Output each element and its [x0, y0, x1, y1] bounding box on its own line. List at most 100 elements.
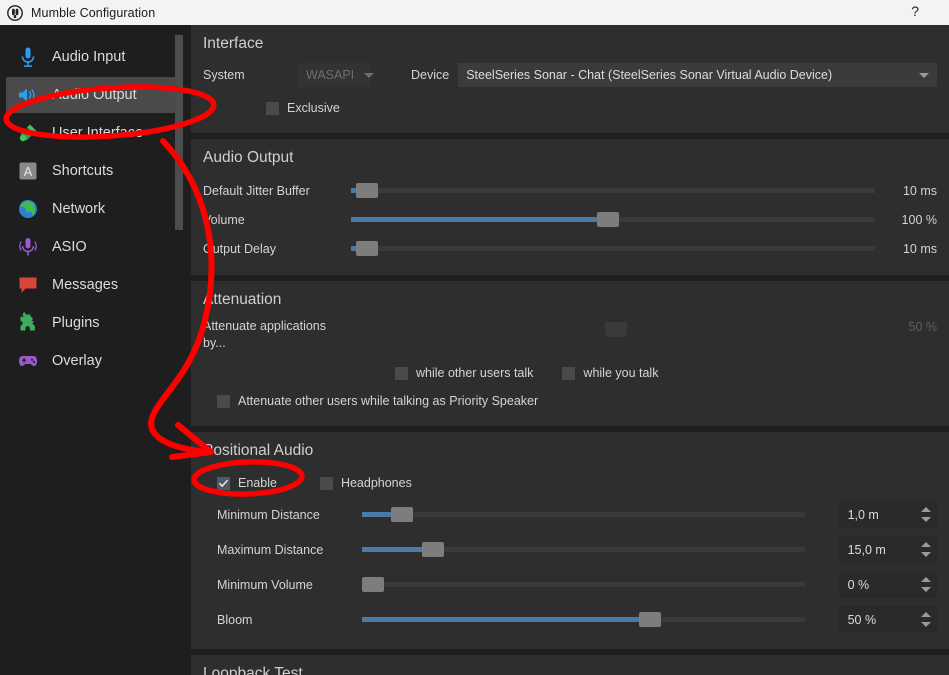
- system-label: System: [203, 68, 245, 82]
- bloom-label: Bloom: [217, 612, 253, 627]
- checkbox-box: [319, 476, 333, 490]
- sidebar-item-user-interface[interactable]: User Interface: [6, 115, 177, 151]
- slider-fill: [351, 217, 603, 222]
- sidebar-item-shortcuts[interactable]: A Shortcuts: [6, 153, 177, 189]
- sidebar-item-audio-output[interactable]: Audio Output: [6, 77, 177, 113]
- sidebar-item-network[interactable]: Network: [6, 191, 177, 227]
- sidebar-item-label: Network: [52, 201, 106, 217]
- spinner-down-icon[interactable]: [921, 587, 931, 592]
- device-label: Device: [411, 68, 450, 82]
- system-dropdown-value: WASAPI: [306, 68, 355, 82]
- audio-output-section-title: Audio Output: [203, 149, 294, 166]
- mumble-logo-icon: [7, 4, 23, 21]
- spinner-up-icon[interactable]: [921, 577, 931, 582]
- slider-knob[interactable]: [355, 241, 378, 256]
- spinner-arrows[interactable]: [921, 536, 931, 563]
- slider-knob[interactable]: [596, 212, 619, 227]
- spinner-up-icon[interactable]: [921, 542, 931, 547]
- slider-fill: [362, 547, 429, 552]
- spinner-up-icon[interactable]: [921, 507, 931, 512]
- positional-audio-section: Positional Audio Enable Headphones Minim…: [191, 432, 949, 649]
- sidebar-item-label: Overlay: [52, 353, 102, 369]
- spinner-down-icon[interactable]: [921, 517, 931, 522]
- gamepad-icon: [19, 356, 37, 366]
- globe-icon: [19, 200, 37, 218]
- jitter-buffer-label: Default Jitter Buffer: [203, 183, 310, 198]
- slider-track: [351, 246, 875, 251]
- bloom-spinbox[interactable]: 50 %: [838, 606, 937, 633]
- sidebar-item-asio[interactable]: ASIO: [6, 229, 177, 265]
- sidebar-item-label: Audio Output: [52, 87, 137, 103]
- spinner-down-icon[interactable]: [921, 552, 931, 557]
- maximum-distance-slider[interactable]: [362, 541, 805, 559]
- volume-value: 100 %: [901, 212, 937, 227]
- settings-content-panel: Interface System WASAPI Device SteelSeri…: [191, 25, 949, 675]
- device-dropdown-value: SteelSeries Sonar - Chat (SteelSeries So…: [466, 68, 833, 82]
- spinner-arrows[interactable]: [921, 606, 931, 633]
- sidebar-item-messages[interactable]: Messages: [6, 267, 177, 303]
- spinner-arrows[interactable]: [921, 501, 931, 528]
- speech-bubble-icon: [19, 277, 37, 293]
- chevron-down-icon: [909, 72, 929, 78]
- minimum-distance-slider[interactable]: [362, 506, 805, 524]
- priority-speaker-checkbox[interactable]: Attenuate other users while talking as P…: [217, 394, 538, 408]
- volume-slider[interactable]: [351, 211, 875, 229]
- attenuate-applications-slider[interactable]: [386, 320, 875, 338]
- output-delay-slider[interactable]: [351, 240, 875, 258]
- jitter-buffer-row: Default Jitter Buffer 10 ms: [203, 176, 937, 205]
- sidebar-item-label: User Interface: [52, 125, 144, 141]
- exclusive-checkbox[interactable]: Exclusive: [266, 101, 340, 115]
- minimum-distance-spinbox[interactable]: 1,0 m: [838, 501, 937, 528]
- checkmark-icon: [219, 479, 228, 487]
- loopback-test-section: Loopback Test: [191, 655, 949, 675]
- volume-label: Volume: [203, 212, 245, 227]
- sidebar-item-label: Shortcuts: [52, 163, 114, 179]
- jitter-buffer-slider[interactable]: [351, 182, 875, 200]
- headphones-checkbox[interactable]: Headphones: [319, 476, 412, 490]
- loopback-test-section-title: Loopback Test: [203, 665, 303, 675]
- sidebar-item-overlay[interactable]: Overlay: [6, 343, 177, 379]
- minimum-distance-row: Minimum Distance 1,0 m: [203, 497, 937, 532]
- volume-row: Volume 100 %: [203, 205, 937, 234]
- output-delay-row: Output Delay 10 ms: [203, 234, 937, 263]
- spinner-up-icon[interactable]: [921, 612, 931, 617]
- minimum-volume-slider[interactable]: [362, 576, 805, 594]
- chevron-down-icon: [354, 72, 375, 78]
- bloom-slider[interactable]: [362, 611, 805, 629]
- help-button[interactable]: ?: [911, 3, 919, 19]
- maximum-distance-spinbox[interactable]: 15,0 m: [838, 536, 937, 563]
- priority-speaker-label: Attenuate other users while talking as P…: [238, 394, 539, 408]
- attenuation-section-title: Attenuation: [203, 291, 282, 308]
- mumble-configuration-window: Mumble Configuration ? Audio Input Audio…: [0, 0, 949, 675]
- sidebar-item-audio-input[interactable]: Audio Input: [6, 39, 177, 75]
- minimum-volume-label: Minimum Volume: [217, 577, 313, 592]
- positional-enable-label: Enable: [238, 476, 277, 490]
- device-dropdown[interactable]: SteelSeries Sonar - Chat (SteelSeries So…: [458, 63, 937, 87]
- spinner-down-icon[interactable]: [921, 622, 931, 627]
- slider-knob[interactable]: [604, 321, 627, 337]
- sidebar-item-plugins[interactable]: Plugins: [6, 305, 177, 341]
- slider-knob[interactable]: [362, 577, 385, 592]
- slider-knob[interactable]: [422, 542, 445, 557]
- attenuate-applications-row: Attenuate applications by... 50 %: [203, 318, 937, 358]
- slider-track: [386, 326, 875, 332]
- maximum-distance-value: 15,0 m: [847, 542, 886, 557]
- slider-knob[interactable]: [391, 507, 414, 522]
- while-other-users-talk-label: while other users talk: [416, 366, 534, 380]
- spinner-arrows[interactable]: [921, 571, 931, 598]
- speaker-icon: [19, 88, 35, 102]
- maximum-distance-row: Maximum Distance 15,0 m: [203, 532, 937, 567]
- slider-knob[interactable]: [638, 612, 661, 627]
- maximum-distance-label: Maximum Distance: [217, 542, 324, 557]
- slider-knob[interactable]: [355, 183, 378, 198]
- checkbox-box: [217, 476, 230, 490]
- window-body: Audio Input Audio Output User Interface: [0, 25, 949, 675]
- interface-section: Interface System WASAPI Device SteelSeri…: [191, 25, 949, 133]
- while-you-talk-checkbox[interactable]: while you talk: [562, 366, 658, 380]
- sidebar-scrollbar-thumb[interactable]: [175, 35, 183, 230]
- system-dropdown[interactable]: WASAPI: [298, 63, 375, 87]
- sidebar-item-label: ASIO: [52, 239, 87, 255]
- positional-enable-checkbox[interactable]: Enable: [217, 476, 277, 490]
- while-other-users-talk-checkbox[interactable]: while other users talk: [395, 366, 533, 380]
- minimum-volume-spinbox[interactable]: 0 %: [838, 571, 937, 598]
